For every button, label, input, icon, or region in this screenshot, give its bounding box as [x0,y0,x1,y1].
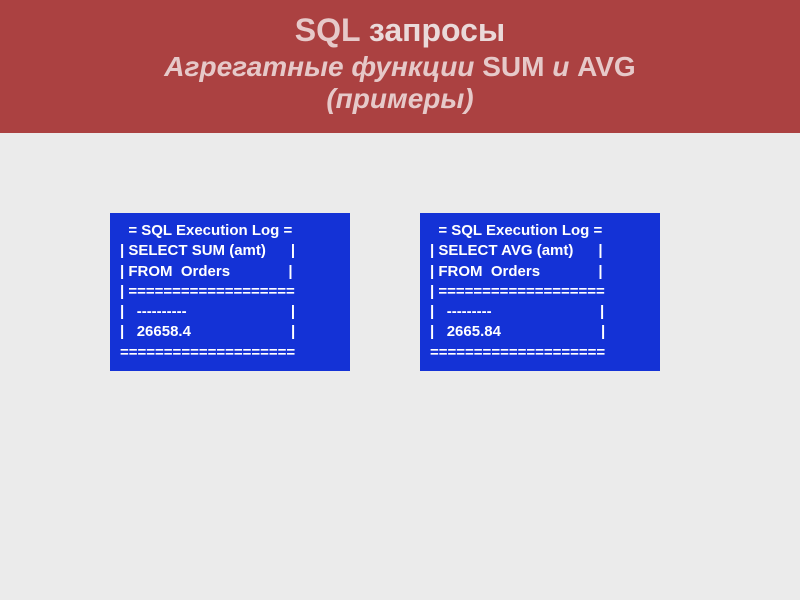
slide-header: SQL запросы Агрегатные функции SUM и AVG… [0,0,800,133]
sql-line: = SQL Execution Log = [430,221,650,241]
sql-box-sum: = SQL Execution Log = | SELECT SUM (amt)… [110,213,350,371]
sql-line: | 2665.84 | [430,322,650,342]
sql-line: | SELECT SUM (amt) | [120,241,340,261]
sql-line: ==================== [120,343,340,363]
sql-line: | =================== [120,282,340,302]
sql-line: | SELECT AVG (amt) | [430,241,650,261]
title-avg: AVG [577,51,636,82]
sql-line: | --------- | [430,302,650,322]
title-sum: SUM [482,51,544,82]
sql-box-avg: = SQL Execution Log = | SELECT AVG (amt)… [420,213,660,371]
sql-line: = SQL Execution Log = [120,221,340,241]
title-line2: Агрегатные функции SUM и AVG [20,51,780,83]
title-line3: (примеры) [20,83,780,115]
title-zaprosy: запросы [360,12,505,48]
title-sql: SQL [295,12,360,48]
content-area: = SQL Execution Log = | SELECT SUM (amt)… [0,133,800,371]
sql-line: | FROM Orders | [430,262,650,282]
sql-line: | =================== [430,282,650,302]
title-line1: SQL запросы [20,12,780,49]
sql-line: | FROM Orders | [120,262,340,282]
sql-line: | 26658.4 | [120,322,340,342]
sql-line: | ---------- | [120,302,340,322]
sql-line: ==================== [430,343,650,363]
title-and: и [544,51,577,82]
title-aggregate: Агрегатные функции [164,51,482,82]
